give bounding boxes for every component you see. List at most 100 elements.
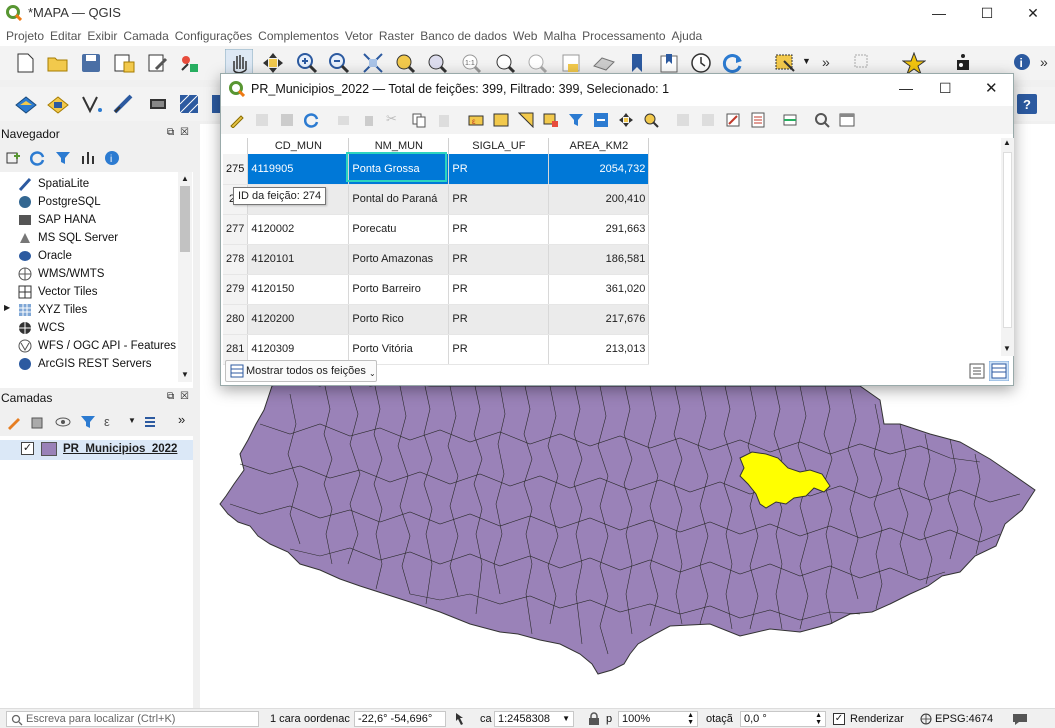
toggle-editing-icon[interactable] (229, 112, 245, 128)
zoom-to-selected-icon[interactable] (643, 112, 659, 128)
deselect-icon[interactable] (852, 52, 874, 74)
save-edits-icon[interactable] (279, 112, 295, 128)
cell-cd-mun[interactable]: 4119905 (247, 154, 350, 185)
menu-projeto[interactable]: Projeto (0, 26, 44, 43)
menu-malha[interactable]: Malha (537, 26, 576, 43)
show-all-features-button[interactable]: Mostrar todos os feições ⌄ (225, 360, 377, 382)
zoom-next-icon[interactable] (526, 52, 548, 74)
messages-icon[interactable] (1012, 712, 1028, 726)
crs-status-button[interactable]: EPSG:4674 (935, 713, 993, 725)
layout-manager-icon[interactable] (146, 52, 170, 74)
plugin-robot-icon[interactable] (952, 52, 974, 74)
move-selection-top-icon[interactable] (593, 112, 609, 128)
cell-area-km2[interactable]: 200,410 (548, 184, 650, 215)
new-bookmark-icon[interactable] (626, 52, 648, 74)
refresh-icon[interactable] (722, 52, 744, 74)
dialog-minimize-button[interactable]: — (899, 80, 913, 96)
invert-selection-icon[interactable] (518, 112, 534, 128)
help-icon[interactable]: ? (1016, 93, 1038, 115)
new-map-view-icon[interactable] (560, 52, 582, 74)
select-features-icon[interactable] (774, 52, 798, 74)
minimize-button[interactable]: — (916, 0, 962, 26)
cell-sigla-uf[interactable]: PR (448, 154, 550, 185)
filter-browser-icon[interactable] (55, 150, 71, 166)
save-project-icon[interactable] (80, 52, 102, 74)
toolbar-overflow-2-icon[interactable]: » (1040, 54, 1048, 70)
cell-cd-mun[interactable]: 4120002 (247, 214, 350, 245)
reload-table-icon[interactable] (304, 112, 320, 128)
filter-dropdown-icon[interactable]: ▼ (128, 416, 136, 425)
menu-vetor[interactable]: Vetor (339, 26, 373, 43)
add-virtual-layer-icon[interactable] (146, 93, 170, 115)
dialog-close-button[interactable]: ✕ (985, 79, 998, 97)
new-3d-map-view-icon[interactable] (592, 52, 616, 74)
select-by-expression-icon[interactable]: ε (468, 112, 484, 128)
plugin-star-icon[interactable] (902, 52, 926, 74)
add-selected-layers-icon[interactable] (6, 150, 22, 166)
navigator-close-icon[interactable]: ☒ (180, 127, 189, 138)
cell-nm-mun[interactable]: Porecatu (348, 214, 450, 245)
delete-feature-icon[interactable] (361, 112, 377, 128)
cell-sigla-uf[interactable]: PR (448, 334, 550, 365)
delete-field-icon[interactable] (700, 112, 716, 128)
cell-nm-mun[interactable]: Porto Rico (348, 304, 450, 335)
xyz-expand-icon[interactable]: ▶ (4, 303, 10, 312)
add-raster-layer-icon[interactable] (46, 93, 70, 115)
column-header-cd-mun[interactable]: CD_MUN (247, 138, 350, 154)
close-window-button[interactable]: ✕ (1010, 0, 1055, 26)
menu-editar[interactable]: Editar (44, 26, 81, 43)
cut-icon[interactable]: ✂ (386, 111, 397, 127)
row-number[interactable]: 280 (223, 304, 249, 335)
properties-info-icon[interactable]: i (104, 150, 120, 166)
locator-search-input[interactable]: Escreva para localizar (Ctrl+K) (6, 711, 259, 727)
table-view-toggle-icon[interactable] (989, 361, 1009, 381)
magnifier-field[interactable]: 100% ▲ ▼ (618, 711, 698, 727)
row-number[interactable]: 277 (223, 214, 249, 245)
column-header-area-km2[interactable]: AREA_KM2 (548, 138, 650, 154)
copy-icon[interactable] (411, 112, 427, 128)
paste-icon[interactable] (436, 112, 452, 128)
cell-sigla-uf[interactable]: PR (448, 274, 550, 305)
table-row[interactable]: 278 4120101 Porto Amazonas PR 186,581 (223, 244, 650, 275)
show-bookmarks-icon[interactable] (658, 52, 680, 74)
menu-complementos[interactable]: Complementos (252, 26, 339, 43)
new-print-layout-icon[interactable] (112, 52, 136, 74)
mouse-coordinate-icon[interactable] (452, 712, 466, 726)
cell-cd-mun[interactable]: 4120101 (247, 244, 350, 275)
cell-area-km2[interactable]: 2054,732 (548, 154, 650, 185)
nav-item-wms[interactable]: WMS/WMTS (38, 268, 104, 280)
column-header-sigla-uf[interactable]: SIGLA_UF (448, 138, 550, 154)
layer-styling-icon[interactable] (6, 414, 22, 430)
multi-edit-icon[interactable] (254, 112, 270, 128)
nav-item-mssql[interactable]: MS SQL Server (38, 232, 118, 244)
cell-sigla-uf[interactable]: PR (448, 304, 550, 335)
menu-processamento[interactable]: Processamento (576, 26, 665, 43)
nav-item-postgresql[interactable]: PostgreSQL (38, 196, 101, 208)
row-number[interactable]: 279 (223, 274, 249, 305)
cell-area-km2[interactable]: 186,581 (548, 244, 650, 275)
cell-nm-mun[interactable]: Porto Barreiro (348, 274, 450, 305)
collapse-all-icon[interactable] (80, 150, 96, 166)
cell-area-km2[interactable]: 291,663 (548, 214, 650, 245)
nav-item-vector-tiles[interactable]: Vector Tiles (38, 286, 97, 298)
cell-nm-mun[interactable]: Porto Amazonas (348, 244, 450, 275)
table-row[interactable]: 280 4120200 Porto Rico PR 217,676 (223, 304, 650, 335)
lock-scale-icon[interactable] (588, 712, 600, 726)
scale-field[interactable]: 1:2458308 ▼ (494, 711, 574, 727)
layers-toolbar-overflow-icon[interactable]: » (178, 412, 185, 427)
maximize-button[interactable]: ☐ (964, 0, 1010, 26)
coordinate-field[interactable]: -22,6° -54,696° (354, 711, 446, 727)
zoom-native-icon[interactable]: 1:1 (460, 52, 482, 74)
row-number[interactable]: 278 (223, 244, 249, 275)
cell-cd-mun[interactable]: 4120150 (247, 274, 350, 305)
layers-float-icon[interactable]: ⧉ (167, 391, 174, 402)
form-view-icon[interactable] (969, 363, 985, 379)
nav-item-spatialite[interactable]: SpatiaLite (38, 178, 89, 190)
select-dropdown-chevron-icon[interactable]: ▼ (802, 56, 811, 66)
zoom-to-selection-icon[interactable] (394, 52, 416, 74)
field-calculator-icon[interactable] (750, 112, 766, 128)
add-feature-icon[interactable] (336, 112, 352, 128)
cell-area-km2[interactable]: 217,676 (548, 304, 650, 335)
menu-camada[interactable]: Camada (117, 26, 168, 43)
filter-legend-icon[interactable] (80, 414, 96, 430)
